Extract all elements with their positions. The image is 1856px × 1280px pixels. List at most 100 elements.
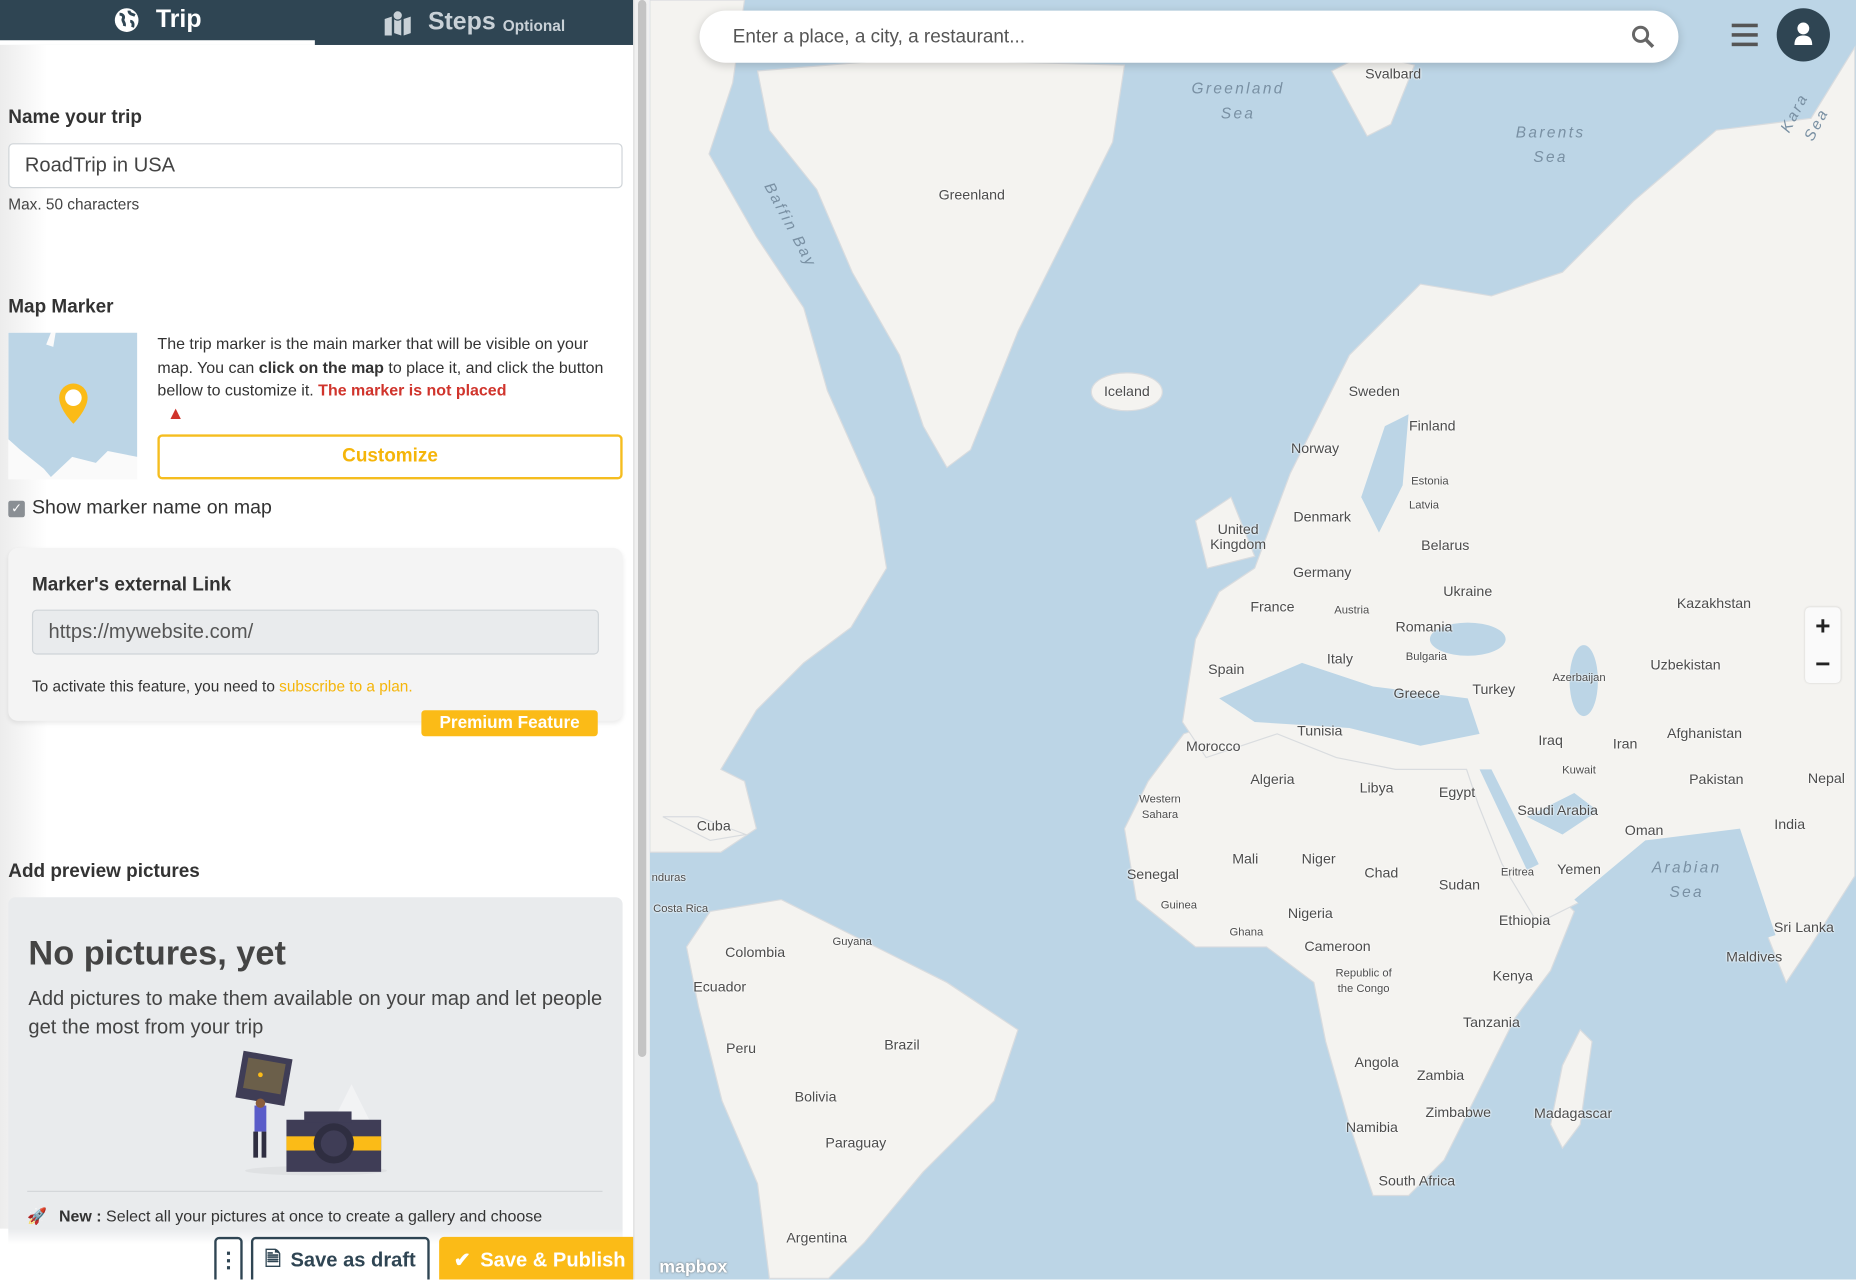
map-label: Sweden — [1348, 382, 1400, 400]
external-link-title: Marker's external Link — [31, 575, 232, 596]
show-marker-name-label[interactable]: Show marker name on map — [32, 497, 272, 519]
map-marker-icon — [384, 10, 411, 36]
map-label: France — [1250, 598, 1295, 615]
map-label: Svalbard — [1365, 65, 1422, 83]
user-avatar-button[interactable] — [1776, 8, 1830, 62]
map-label: Niger — [1301, 850, 1336, 868]
map-label: South Africa — [1378, 1172, 1456, 1189]
tab-trip-label: Trip — [155, 5, 202, 34]
map-label: Greece — [1393, 684, 1441, 702]
map-label: India — [1774, 816, 1806, 833]
map-label: Sudan — [1438, 876, 1481, 894]
pictures-title: Add preview pictures — [8, 861, 200, 882]
map-label: Uzbekistan — [1650, 656, 1721, 673]
map-label: Afghanistan — [1666, 724, 1743, 742]
subscribe-link[interactable]: subscribe to a plan. — [279, 677, 412, 695]
map-label: Yemen — [1557, 861, 1601, 878]
no-pictures-text: Add pictures to make them available on y… — [28, 987, 603, 1039]
map-label: Colombia — [725, 943, 786, 961]
trip-name-label: Name your trip — [8, 107, 142, 128]
map-label: Germany — [1292, 564, 1352, 581]
map-label: Algeria — [1250, 771, 1295, 788]
map-label: Ukraine — [1443, 582, 1493, 600]
map-label: Angola — [1354, 1054, 1399, 1071]
desc-bold: click on the map — [258, 358, 384, 376]
map-label: Oman — [1624, 822, 1664, 839]
note-text: To activate this feature, you need to — [31, 677, 280, 695]
map-label: Italy — [1326, 650, 1353, 667]
premium-feature-badge: Premium Feature — [421, 710, 598, 737]
document-icon: 🗎 — [264, 1246, 282, 1270]
map-label: Morocco — [1186, 738, 1241, 755]
map-marker-description: The trip marker is the main marker that … — [157, 333, 625, 425]
tab-bar: Trip Steps Optional — [0, 0, 634, 45]
no-pictures-heading: No pictures, yet — [28, 935, 286, 973]
map-label: Saudi Arabia — [1517, 801, 1598, 819]
map-label: Libya — [1359, 779, 1394, 797]
divider — [27, 1190, 603, 1192]
external-link-note: To activate this feature, you need to su… — [32, 677, 413, 695]
external-link-input[interactable]: https://mywebsite.com/ — [31, 609, 599, 655]
map-label: Denmark — [1293, 508, 1351, 525]
map-label: nduras — [651, 871, 686, 885]
save-draft-label: Save as draft — [290, 1248, 416, 1272]
map-label: Romania — [1395, 618, 1453, 636]
map-label: Estonia — [1411, 475, 1449, 489]
zoom-out-button[interactable]: − — [1805, 645, 1841, 683]
tab-steps[interactable]: Steps Optional — [315, 0, 633, 45]
map-label: Brazil — [884, 1036, 920, 1053]
map-label: Nigeria — [1287, 904, 1333, 922]
map-label: Mali — [1232, 850, 1259, 868]
zoom-in-button[interactable]: + — [1805, 607, 1841, 645]
save-publish-label: Save & Publish — [480, 1248, 626, 1272]
tab-steps-optional: Optional — [502, 16, 566, 35]
marker-not-placed-warning: The marker is not placed — [318, 381, 507, 399]
map-label: Republic of the Congo — [1335, 967, 1392, 996]
place-search-input[interactable] — [730, 10, 1611, 66]
map-label: Madagascar — [1534, 1104, 1613, 1122]
map-label: Pakistan — [1689, 771, 1744, 788]
map-label: Tunisia — [1297, 722, 1343, 740]
rocket-icon: 🚀 — [27, 1207, 48, 1226]
map-label: Peru — [725, 1039, 756, 1057]
tab-trip[interactable]: Trip — [0, 0, 315, 45]
external-link-card: Marker's external Link https://mywebsite… — [8, 548, 623, 721]
gallery-tip: 🚀 New : Select all your pictures at once … — [27, 1207, 542, 1226]
new-text: Select all your pictures at once to crea… — [101, 1207, 543, 1226]
map-label: Bolivia — [794, 1088, 837, 1105]
map-label: Nepal — [1807, 769, 1845, 787]
map-label: Tanzania — [1462, 1013, 1520, 1031]
trip-name-input[interactable]: RoadTrip in USA — [8, 143, 623, 189]
map-label: Chad — [1364, 864, 1399, 882]
scrollbar-thumb[interactable] — [637, 0, 647, 1058]
world-map[interactable]: Greenland Sea Svalbard Barents Sea Kara Sea… — [649, 0, 1856, 1280]
map-label: Greenland Sea — [1191, 79, 1285, 122]
map-label: Azerbaijan — [1552, 671, 1606, 685]
map-label: Sri Lanka — [1773, 919, 1834, 936]
map-label: Senegal — [1126, 865, 1179, 883]
map-label: Austria — [1334, 604, 1370, 618]
trip-editor-panel: Trip Steps Optional Name your trip RoadT… — [0, 0, 634, 1280]
map-label: Arabian Sea — [1651, 858, 1722, 901]
pictures-dropzone[interactable]: No pictures, yet Add pictures to make th… — [8, 897, 623, 1280]
marker-preview-image — [8, 332, 138, 480]
more-options-button[interactable]: ⋮ — [214, 1236, 243, 1280]
camera-illustration — [235, 1050, 388, 1176]
map-label: Iran — [1612, 735, 1638, 753]
show-marker-name-checkbox[interactable]: ✓ — [8, 500, 25, 518]
map-label: Paraguay — [825, 1134, 887, 1152]
map-label: Latvia — [1408, 498, 1439, 512]
customize-button[interactable]: Customize — [157, 434, 623, 480]
search-icon[interactable] — [1631, 25, 1655, 49]
place-search-bar — [699, 10, 1679, 66]
hamburger-menu-icon[interactable] — [1731, 23, 1758, 47]
map-label: Ecuador — [693, 978, 747, 995]
mapbox-logo: mapbox — [659, 1257, 727, 1277]
save-draft-button[interactable]: 🗎 Save as draft — [250, 1236, 430, 1280]
map-label: Kazakhstan — [1676, 594, 1752, 612]
map-label: Iraq — [1538, 732, 1563, 749]
save-publish-button[interactable]: ✔ Save & Publish — [439, 1236, 641, 1280]
panel-scrollbar[interactable] — [633, 0, 652, 1280]
map-label: Belarus — [1421, 536, 1470, 554]
globe-icon — [114, 8, 139, 32]
